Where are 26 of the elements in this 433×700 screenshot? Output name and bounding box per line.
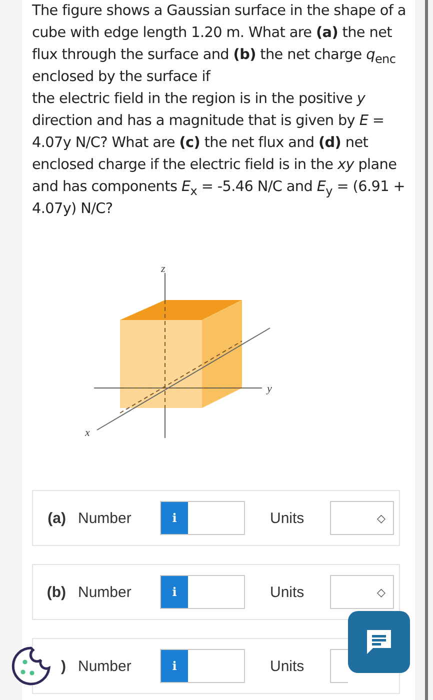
info-icon[interactable]: i: [161, 502, 188, 534]
chat-icon: [364, 627, 394, 657]
info-icon[interactable]: i: [161, 650, 188, 682]
part-label: (b): [46, 584, 66, 600]
question-text: the electric field in the region is in the positive y direction and has a magnitude that is given by E = 4.07y N/C? What are (c) the net flux and (d) net enclosed charge if the electric field is in the xy plane and has components E$_{x}$ = -5.46 N/C and E$_{y}$ = (6.91 + 4.07y) N/C?: [32, 90, 406, 219]
number-field[interactable]: i: [160, 575, 245, 609]
number-field[interactable]: i: [160, 501, 245, 535]
number-field[interactable]: i: [160, 649, 245, 683]
cookie-button[interactable]: [10, 645, 52, 687]
number-label: Number: [78, 658, 132, 674]
chevron-icon: ◇: [377, 512, 385, 524]
units-label: Units: [270, 658, 306, 674]
part-label: ): [60, 658, 66, 674]
number-label: Number: [78, 510, 132, 526]
units-select[interactable]: ◇: [330, 575, 394, 609]
axis-label: x: [85, 427, 90, 438]
units-label: Units: [270, 584, 306, 600]
units-select[interactable]: ◇: [330, 501, 394, 535]
axis-label: z: [161, 263, 166, 275]
units-label: Units: [270, 510, 306, 526]
number-label: Number: [78, 584, 132, 600]
chat-button[interactable]: [348, 611, 410, 673]
part-label: (a): [46, 510, 66, 526]
axis-label: y: [267, 383, 272, 395]
chevron-icon: ◇: [377, 586, 385, 598]
info-icon[interactable]: i: [161, 576, 188, 608]
